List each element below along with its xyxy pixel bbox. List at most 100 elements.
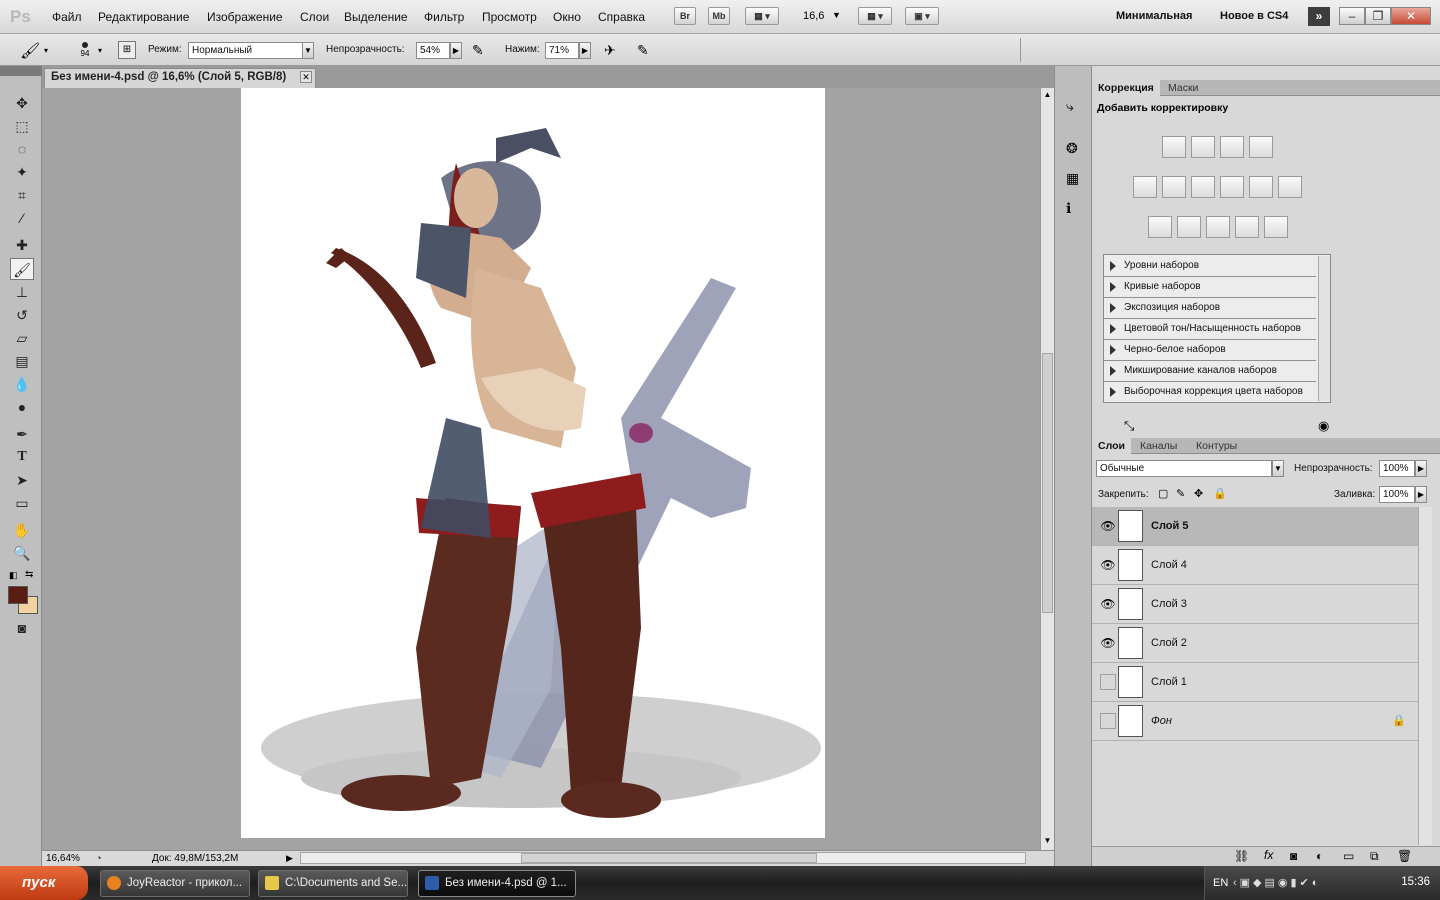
close-document-icon[interactable]: ✕ [300,71,312,83]
horizontal-scroll-thumb[interactable] [521,853,817,863]
lasso-tool-icon[interactable]: ◌ [10,138,34,160]
preset-levels[interactable]: Уровни наборов [1104,256,1316,277]
layers-scrollbar[interactable] [1418,507,1432,845]
brush-panel-toggle-icon[interactable]: ⊞ [118,41,136,59]
task-photoshop[interactable]: Без имени-4.psd @ 1... [418,870,576,897]
histogram-panel-icon[interactable]: ▦ [1066,170,1079,187]
visibility-toggle-empty[interactable] [1100,674,1116,690]
restore-button[interactable]: ❐ [1365,7,1391,25]
tab-paths[interactable]: Контуры [1190,438,1243,454]
horizontal-scrollbar[interactable] [300,852,1026,864]
preset-selective-color[interactable]: Выборочная коррекция цвета наборов [1104,382,1316,403]
healing-brush-tool-icon[interactable]: ✚ [10,234,34,256]
minimize-button[interactable]: – [1339,7,1365,25]
vertical-scrollbar[interactable]: ▲ ▼ [1040,88,1054,850]
path-select-tool-icon[interactable]: ➤ [10,469,34,491]
crop-tool-icon[interactable]: ⌗ [10,184,34,206]
invert-icon[interactable] [1148,216,1172,238]
default-colors-icon[interactable]: ◧ [9,570,18,581]
preset-exposure[interactable]: Экспозиция наборов [1104,298,1316,319]
status-zoom[interactable]: 16,64% [46,853,80,864]
preset-hue-saturation[interactable]: Цветовой тон/Насыщенность наборов [1104,319,1316,340]
layer-blend-mode-select[interactable]: Обычные [1096,460,1272,477]
scroll-down-icon[interactable]: ▼ [1042,836,1053,848]
gradient-tool-icon[interactable]: ▤ [10,350,34,372]
task-explorer[interactable]: C:\Documents and Se... [258,870,408,897]
foreground-color-swatch[interactable] [8,586,28,604]
photo-filter-icon[interactable] [1249,176,1273,198]
swap-colors-icon[interactable]: ⇆ [25,569,33,580]
layer-style-icon[interactable]: fx [1264,848,1273,862]
posterize-icon[interactable] [1177,216,1201,238]
layer-blend-mode-dropdown-icon[interactable]: ▼ [1272,460,1284,477]
fill-slider-icon[interactable]: ▶ [1415,486,1427,503]
menu-layers[interactable]: Слои [300,10,329,24]
layer-opacity-input[interactable]: 100% [1379,460,1415,477]
flow-input[interactable]: 71% [545,42,579,59]
eraser-tool-icon[interactable]: ▱ [10,327,34,349]
menu-file[interactable]: Файл [52,10,82,24]
status-menu-icon[interactable]: ▶ [286,853,293,864]
document-canvas[interactable] [241,88,825,838]
preset-black-white[interactable]: Черно-белое наборов [1104,340,1316,361]
marquee-tool-icon[interactable]: ⬚ [10,115,34,137]
visibility-eye-icon[interactable]: 👁 [1100,516,1116,536]
brush-dropdown-icon[interactable]: ▾ [98,46,102,55]
channel-mixer-icon[interactable] [1278,176,1302,198]
flow-slider-icon[interactable]: ▶ [579,42,591,59]
tab-layers[interactable]: Слои [1092,438,1131,454]
document-tab[interactable]: Без имени-4.psd @ 16,6% (Слой 5, RGB/8) [44,68,316,88]
layer-row[interactable]: 👁 Слой 3 [1092,585,1418,624]
exposure-icon[interactable] [1249,136,1273,158]
shape-tool-icon[interactable]: ▭ [10,492,34,514]
status-icon[interactable]: ◔ [96,853,101,863]
size-pressure-icon[interactable]: ✎ [637,42,649,59]
preset-curves[interactable]: Кривые наборов [1104,277,1316,298]
curves-icon[interactable] [1220,136,1244,158]
menu-select[interactable]: Выделение [344,10,408,24]
type-tool-icon[interactable]: T [10,446,34,468]
airbrush-icon[interactable]: ✈ [604,42,616,59]
more-workspaces-icon[interactable]: » [1308,7,1330,26]
menu-image[interactable]: Изображение [207,10,283,24]
gradient-map-icon[interactable] [1235,216,1259,238]
menu-view[interactable]: Просмотр [482,10,537,24]
new-adjustment-layer-icon[interactable]: ◐ [1316,849,1323,863]
layer-row[interactable]: 👁 Слой 4 [1092,546,1418,585]
new-group-icon[interactable]: ▭ [1343,849,1354,863]
clone-stamp-tool-icon[interactable]: ⊥ [10,281,34,303]
adjustments-options-icon[interactable]: ◉ [1318,418,1329,434]
start-button[interactable]: пуск [0,866,88,900]
visibility-eye-icon[interactable]: 👁 [1100,555,1116,575]
bridge-button[interactable]: Br [674,7,696,25]
lock-transparent-icon[interactable]: ▢ [1158,487,1168,500]
history-panel-icon[interactable]: ⤷ [1066,98,1074,115]
menu-window[interactable]: Окно [553,10,581,24]
black-white-icon[interactable] [1220,176,1244,198]
levels-icon[interactable] [1191,136,1215,158]
quick-mask-icon[interactable]: ◙ [10,617,34,639]
layer-row[interactable]: 👁 Слой 2 [1092,624,1418,663]
opacity-input[interactable]: 54% [416,42,450,59]
close-button[interactable]: ✕ [1391,7,1431,25]
delete-layer-icon[interactable]: 🗑 [1397,849,1412,863]
layer-row[interactable]: Фон 🔒 [1092,702,1418,741]
zoom-tool-icon[interactable]: 🔍 [10,542,34,564]
lock-all-icon[interactable]: 🔒 [1213,487,1227,500]
preset-channel-mixer[interactable]: Микширование каналов наборов [1104,361,1316,382]
workspace-new-in-cs4[interactable]: Новое в CS4 [1220,10,1288,22]
visibility-eye-icon[interactable]: 👁 [1100,633,1116,653]
zoom-dropdown-icon[interactable]: ▼ [832,10,841,20]
eyedropper-tool-icon[interactable]: ⁄ [10,207,34,229]
menu-edit[interactable]: Редактирование [98,10,189,24]
workspace-minimal[interactable]: Минимальная [1116,10,1192,22]
lock-position-icon[interactable]: ✥ [1194,487,1203,500]
tray-icons[interactable]: ‹▣◆▤◉▮✔◐ [1233,876,1321,889]
info-panel-icon[interactable]: ℹ [1066,200,1071,217]
blend-mode-select[interactable]: Нормальный [188,42,304,59]
lock-pixels-icon[interactable]: ✎ [1176,487,1185,500]
dodge-tool-icon[interactable]: ● [10,396,34,418]
pen-tool-icon[interactable]: ✒ [10,423,34,445]
opacity-slider-icon[interactable]: ▶ [450,42,462,59]
opacity-pressure-icon[interactable]: ✎ [472,42,484,59]
